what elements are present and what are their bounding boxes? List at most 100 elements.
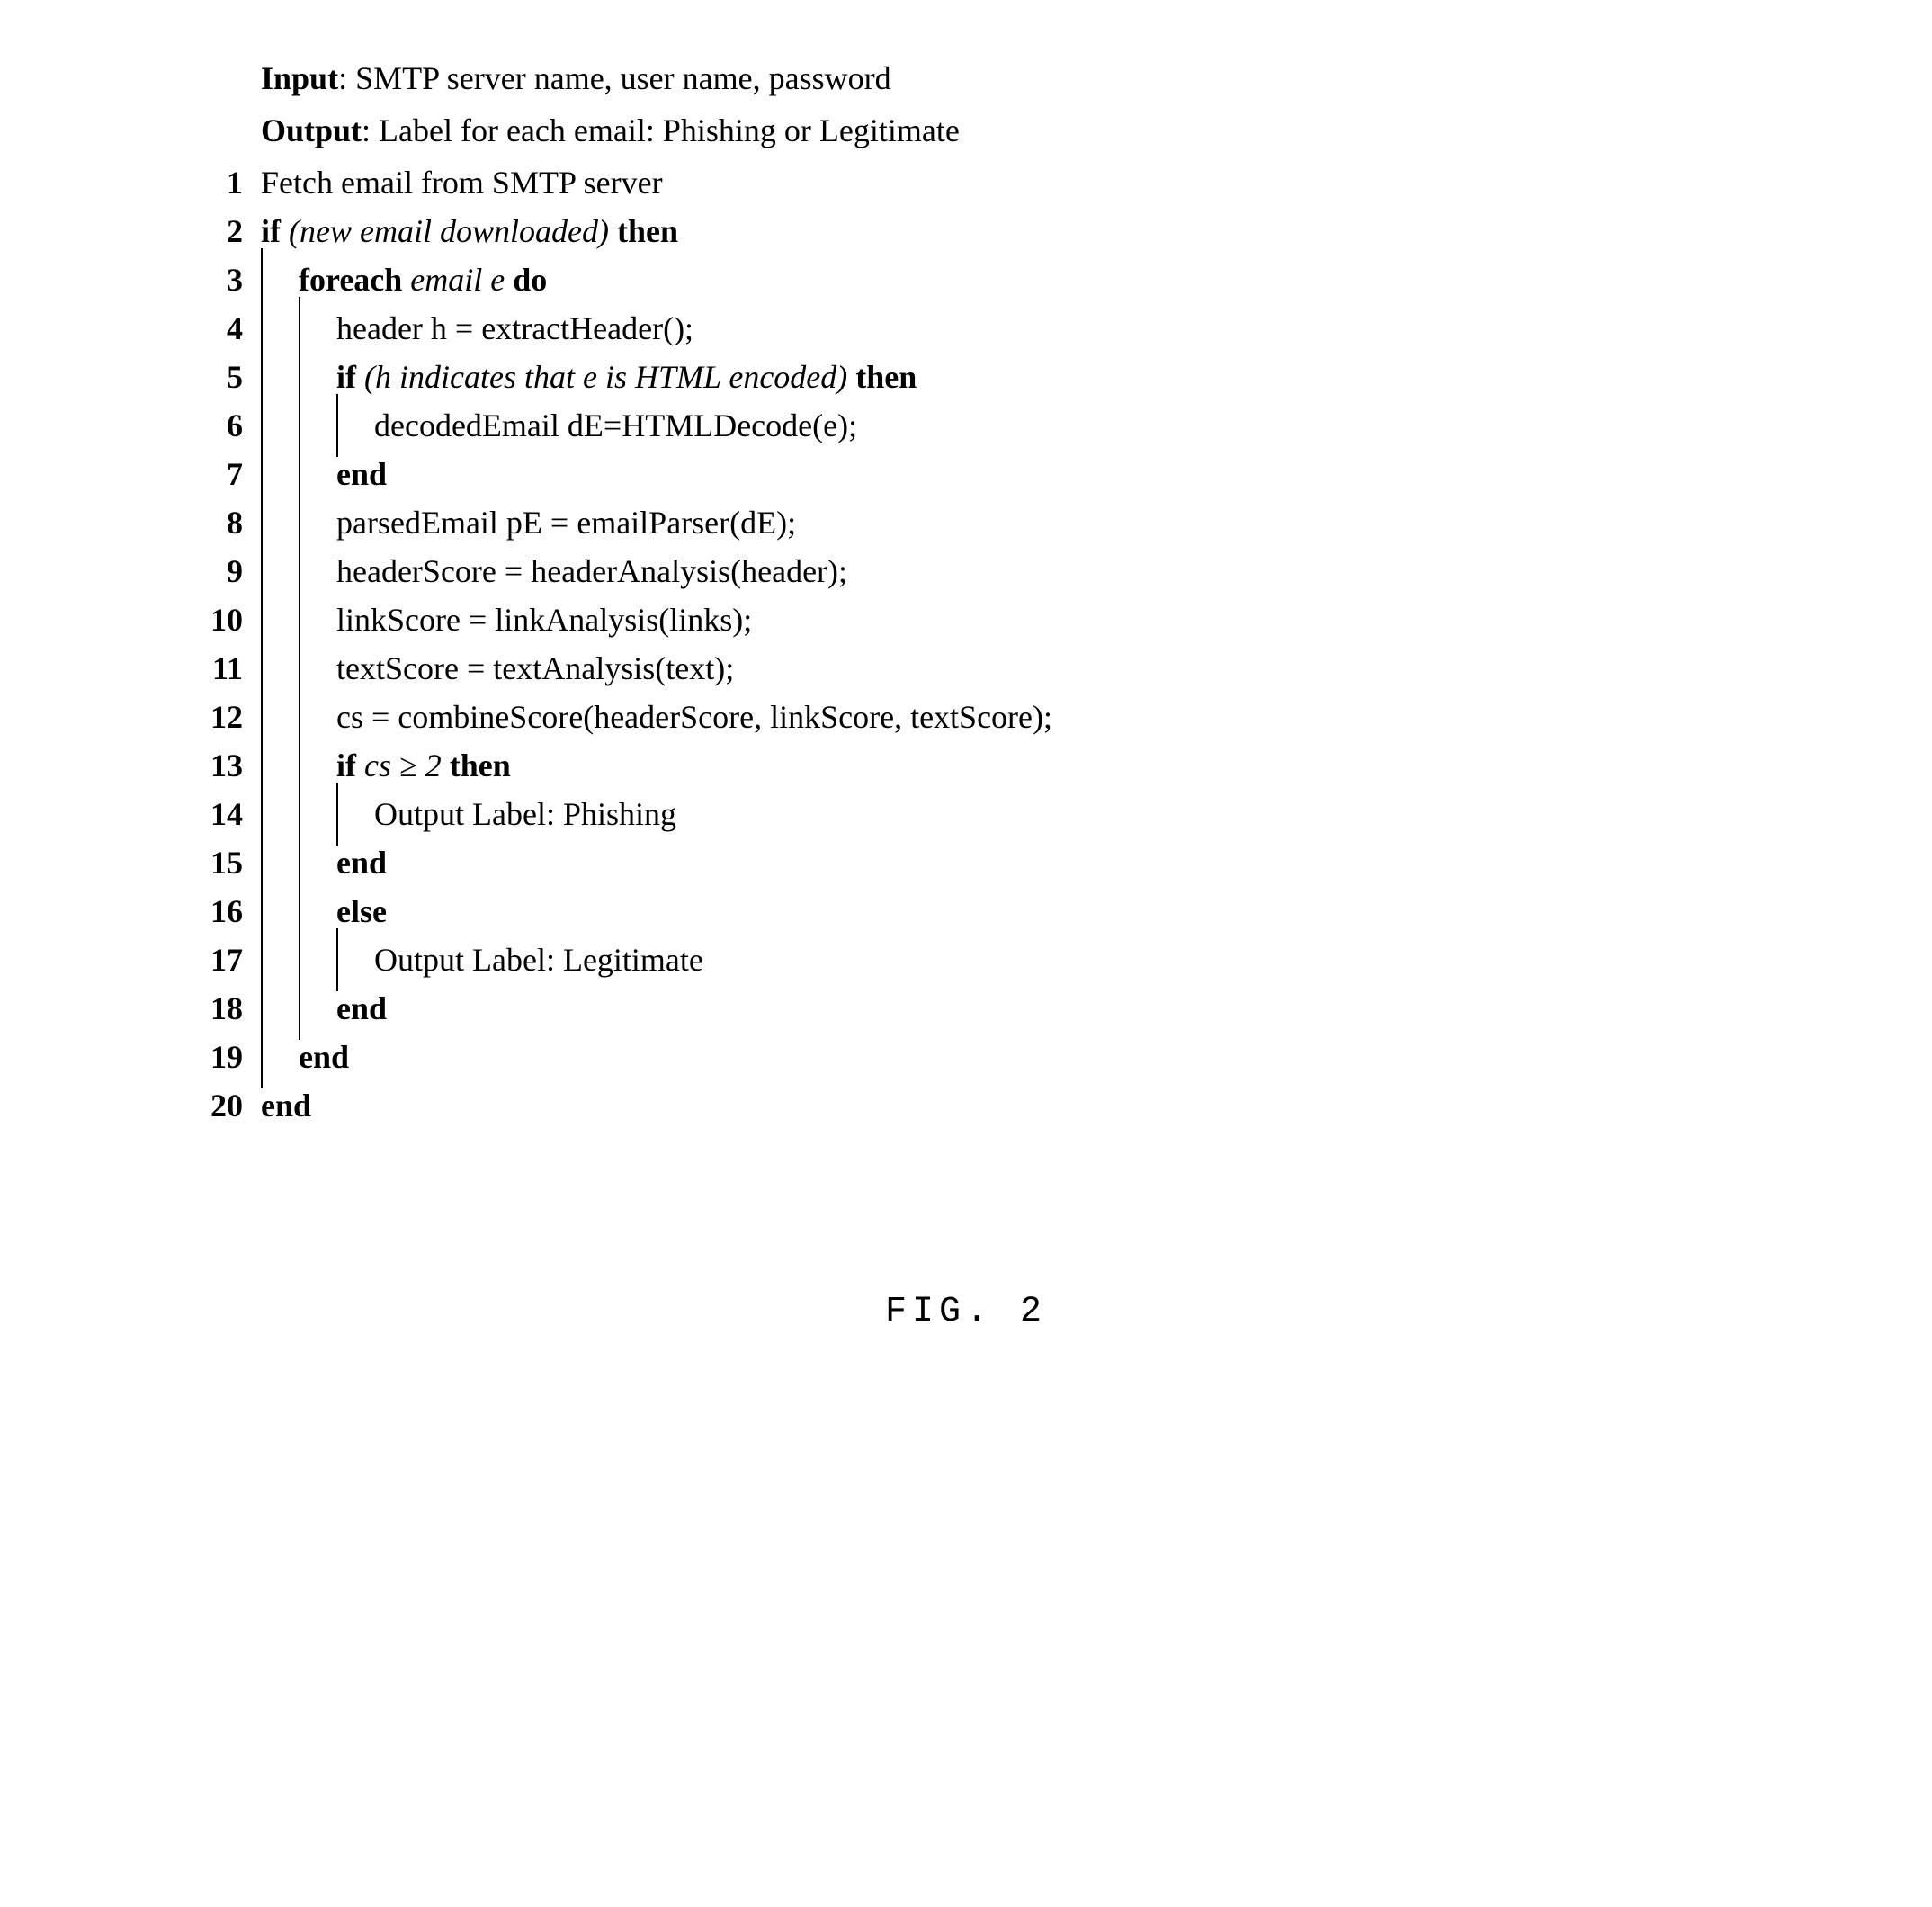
- code-line: 12 cs = combineScore(headerScore, linkSco…: [162, 693, 1896, 741]
- line-number: 9: [162, 547, 261, 595]
- code-line: 3foreach email e do: [162, 255, 1896, 304]
- line-text: headerScore = headerAnalysis(header);: [336, 547, 847, 595]
- line-text: if (h indicates that e is HTML encoded) …: [336, 353, 917, 401]
- token: if: [261, 213, 289, 249]
- line-text: end: [336, 838, 387, 887]
- token: end: [261, 1088, 311, 1124]
- line-number: 19: [162, 1033, 261, 1081]
- input-line: 0 Input: SMTP server name, user name, pa…: [162, 54, 1896, 103]
- line-content: end: [261, 1081, 311, 1130]
- token: parsedEmail pE = emailParser(dE);: [336, 505, 796, 541]
- token: then: [609, 213, 678, 249]
- token: textScore = textAnalysis(text);: [336, 650, 734, 686]
- line-text: cs = combineScore(headerScore, linkScore…: [336, 693, 1052, 741]
- line-text: Output Label: Phishing: [374, 790, 676, 838]
- output-text: : Label for each email: Phishing or Legi…: [362, 112, 960, 148]
- line-number: 5: [162, 353, 261, 401]
- token: (h indicates that e is HTML encoded): [364, 359, 847, 395]
- code-line: 14Output Label: Phishing: [162, 790, 1896, 838]
- code-line: 6 decodedEmail dE=HTMLDecode(e);: [162, 401, 1896, 450]
- code-line: 8 parsedEmail pE = emailParser(dE);: [162, 498, 1896, 547]
- line-number: 20: [162, 1081, 261, 1130]
- line-content: parsedEmail pE = emailParser(dE);: [261, 498, 796, 547]
- code-lines: 1Fetch email from SMTP server2if (new em…: [162, 158, 1896, 1130]
- line-number: 12: [162, 693, 261, 741]
- line-content: Fetch email from SMTP server: [261, 158, 663, 207]
- line-text: textScore = textAnalysis(text);: [336, 644, 734, 693]
- token: if: [336, 359, 364, 395]
- token: email e: [410, 262, 505, 298]
- token: cs ≥ 2: [364, 748, 442, 783]
- code-line: 18 end: [162, 984, 1896, 1033]
- code-line: 9 headerScore = headerAnalysis(header);: [162, 547, 1896, 595]
- line-number: 8: [162, 498, 261, 547]
- token: Output Label: Legitimate: [374, 942, 703, 978]
- block-rule: [336, 928, 374, 991]
- line-number: 16: [162, 887, 261, 936]
- block-rule: [261, 1025, 299, 1088]
- code-line: 19 end: [162, 1033, 1896, 1081]
- token: headerScore = headerAnalysis(header);: [336, 553, 847, 589]
- code-line: 15 end: [162, 838, 1896, 887]
- line-number: 7: [162, 450, 261, 498]
- token: do: [505, 262, 547, 298]
- token: Fetch email from SMTP server: [261, 165, 663, 201]
- token: decodedEmail dE=HTMLDecode(e);: [374, 407, 857, 443]
- line-number: 15: [162, 838, 261, 887]
- code-line: 5 if (h indicates that e is HTML encoded)…: [162, 353, 1896, 401]
- token: then: [442, 748, 511, 783]
- input-content: Input: SMTP server name, user name, pass…: [261, 54, 891, 103]
- code-line: 2if (new email downloaded) then: [162, 207, 1896, 255]
- token: end: [299, 1039, 349, 1075]
- output-line: 0 Output: Label for each email: Phishing…: [162, 106, 1896, 155]
- line-text: decodedEmail dE=HTMLDecode(e);: [374, 401, 857, 450]
- line-text: parsedEmail pE = emailParser(dE);: [336, 498, 796, 547]
- line-text: end: [336, 450, 387, 498]
- token: (new email downloaded): [289, 213, 609, 249]
- line-text: end: [299, 1033, 349, 1081]
- line-text: if (new email downloaded) then: [261, 207, 678, 255]
- line-content: if (new email downloaded) then: [261, 207, 678, 255]
- line-text: end: [261, 1081, 311, 1130]
- line-text: end: [336, 984, 387, 1033]
- code-line: 13 if cs ≥ 2 then: [162, 741, 1896, 790]
- token: header h = extractHeader();: [336, 310, 693, 346]
- algorithm-block: 0 Input: SMTP server name, user name, pa…: [162, 54, 1896, 1130]
- input-text: : SMTP server name, user name, password: [338, 60, 891, 96]
- output-content: Output: Label for each email: Phishing o…: [261, 106, 960, 155]
- code-line: 4 header h = extractHeader();: [162, 304, 1896, 353]
- code-line: 16 else: [162, 887, 1896, 936]
- block-rule: [336, 783, 374, 846]
- line-content: headerScore = headerAnalysis(header);: [261, 547, 847, 595]
- code-line: 1Fetch email from SMTP server: [162, 158, 1896, 207]
- token: linkScore = linkAnalysis(links);: [336, 602, 752, 638]
- line-text: Fetch email from SMTP server: [261, 158, 663, 207]
- line-text: Output Label: Legitimate: [374, 936, 703, 984]
- line-content: cs = combineScore(headerScore, linkScore…: [261, 693, 1052, 741]
- token: if: [336, 748, 364, 783]
- line-content: decodedEmail dE=HTMLDecode(e);: [261, 401, 857, 450]
- line-number: 11: [162, 644, 261, 693]
- line-number: 10: [162, 595, 261, 644]
- code-line: 20end: [162, 1081, 1896, 1130]
- line-number: 13: [162, 741, 261, 790]
- code-line: 10 linkScore = linkAnalysis(links);: [162, 595, 1896, 644]
- block-rule: [336, 394, 374, 457]
- code-line: 11 textScore = textAnalysis(text);: [162, 644, 1896, 693]
- line-number: 18: [162, 984, 261, 1033]
- line-number: 17: [162, 936, 261, 984]
- line-text: header h = extractHeader();: [336, 304, 693, 353]
- line-content: end: [261, 1033, 349, 1081]
- line-number: 4: [162, 304, 261, 353]
- line-number: 1: [162, 158, 261, 207]
- output-label: Output: [261, 112, 362, 148]
- block-rule: [299, 977, 336, 1040]
- token: else: [336, 893, 387, 929]
- input-label: Input: [261, 60, 338, 96]
- line-number: 6: [162, 401, 261, 450]
- token: foreach: [299, 262, 410, 298]
- token: end: [336, 456, 387, 492]
- token: end: [336, 990, 387, 1026]
- token: end: [336, 845, 387, 881]
- token: then: [847, 359, 917, 395]
